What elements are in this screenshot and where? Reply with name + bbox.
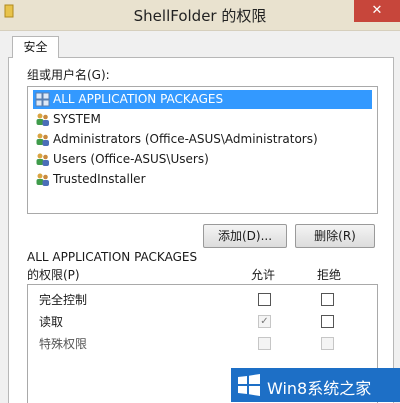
special-deny-checkbox	[321, 337, 334, 350]
windows-logo-icon	[238, 374, 260, 396]
remove-button[interactable]: 删除(R)	[295, 224, 375, 248]
list-item-label: Administrators (Office-ASUS\Administrato…	[53, 132, 318, 146]
permission-label-read: 读取	[39, 315, 64, 329]
users-group-icon	[36, 113, 49, 126]
checkmark-icon: ✓	[260, 316, 269, 327]
permissions-label: 的权限(P)	[27, 268, 80, 282]
special-allow-checkbox	[258, 337, 271, 350]
list-item-users[interactable]: Users (Office-ASUS\Users)	[33, 150, 372, 169]
read-allow-checkbox[interactable]: ✓	[258, 315, 271, 328]
deny-column-header: 拒绝	[317, 268, 342, 282]
full-control-deny-checkbox[interactable]	[321, 293, 334, 306]
watermark-badge: Win8系统之家	[231, 368, 400, 402]
users-group-icon	[36, 173, 49, 186]
users-group-icon	[36, 133, 49, 146]
list-item-all-application-packages[interactable]: ALL APPLICATION PACKAGES	[33, 90, 372, 109]
title-bar: ShellFolder 的权限 ✕	[0, 0, 400, 31]
add-button[interactable]: 添加(D)...	[203, 224, 287, 248]
window-title: ShellFolder 的权限	[133, 7, 267, 25]
app-packages-icon	[35, 92, 50, 107]
permission-label-special: 特殊权限	[39, 337, 88, 351]
users-listbox[interactable]: ALL APPLICATION PACKAGES SYSTEM Administ…	[27, 86, 378, 214]
group-or-user-label: 组或用户名(G):	[27, 68, 110, 82]
list-item-label: Users (Office-ASUS\Users)	[53, 152, 209, 166]
tab-security[interactable]: 安全	[12, 36, 59, 58]
users-group-icon	[36, 153, 49, 166]
read-deny-checkbox[interactable]	[321, 315, 334, 328]
allow-column-header: 允许	[251, 268, 276, 282]
list-item-label: SYSTEM	[53, 112, 101, 126]
list-item-trustedinstaller[interactable]: TrustedInstaller	[33, 170, 372, 189]
permission-label-full-control: 完全控制	[39, 293, 88, 307]
list-item-label: TrustedInstaller	[53, 172, 146, 186]
list-item-system[interactable]: SYSTEM	[33, 110, 372, 129]
close-button[interactable]: ✕	[354, 0, 400, 22]
full-control-allow-checkbox[interactable]	[258, 293, 271, 306]
permissions-for-name: ALL APPLICATION PACKAGES	[27, 250, 198, 264]
list-item-administrators[interactable]: Administrators (Office-ASUS\Administrato…	[33, 130, 372, 149]
list-item-label: ALL APPLICATION PACKAGES	[53, 92, 224, 106]
watermark-text: Win8系统之家	[267, 379, 372, 398]
